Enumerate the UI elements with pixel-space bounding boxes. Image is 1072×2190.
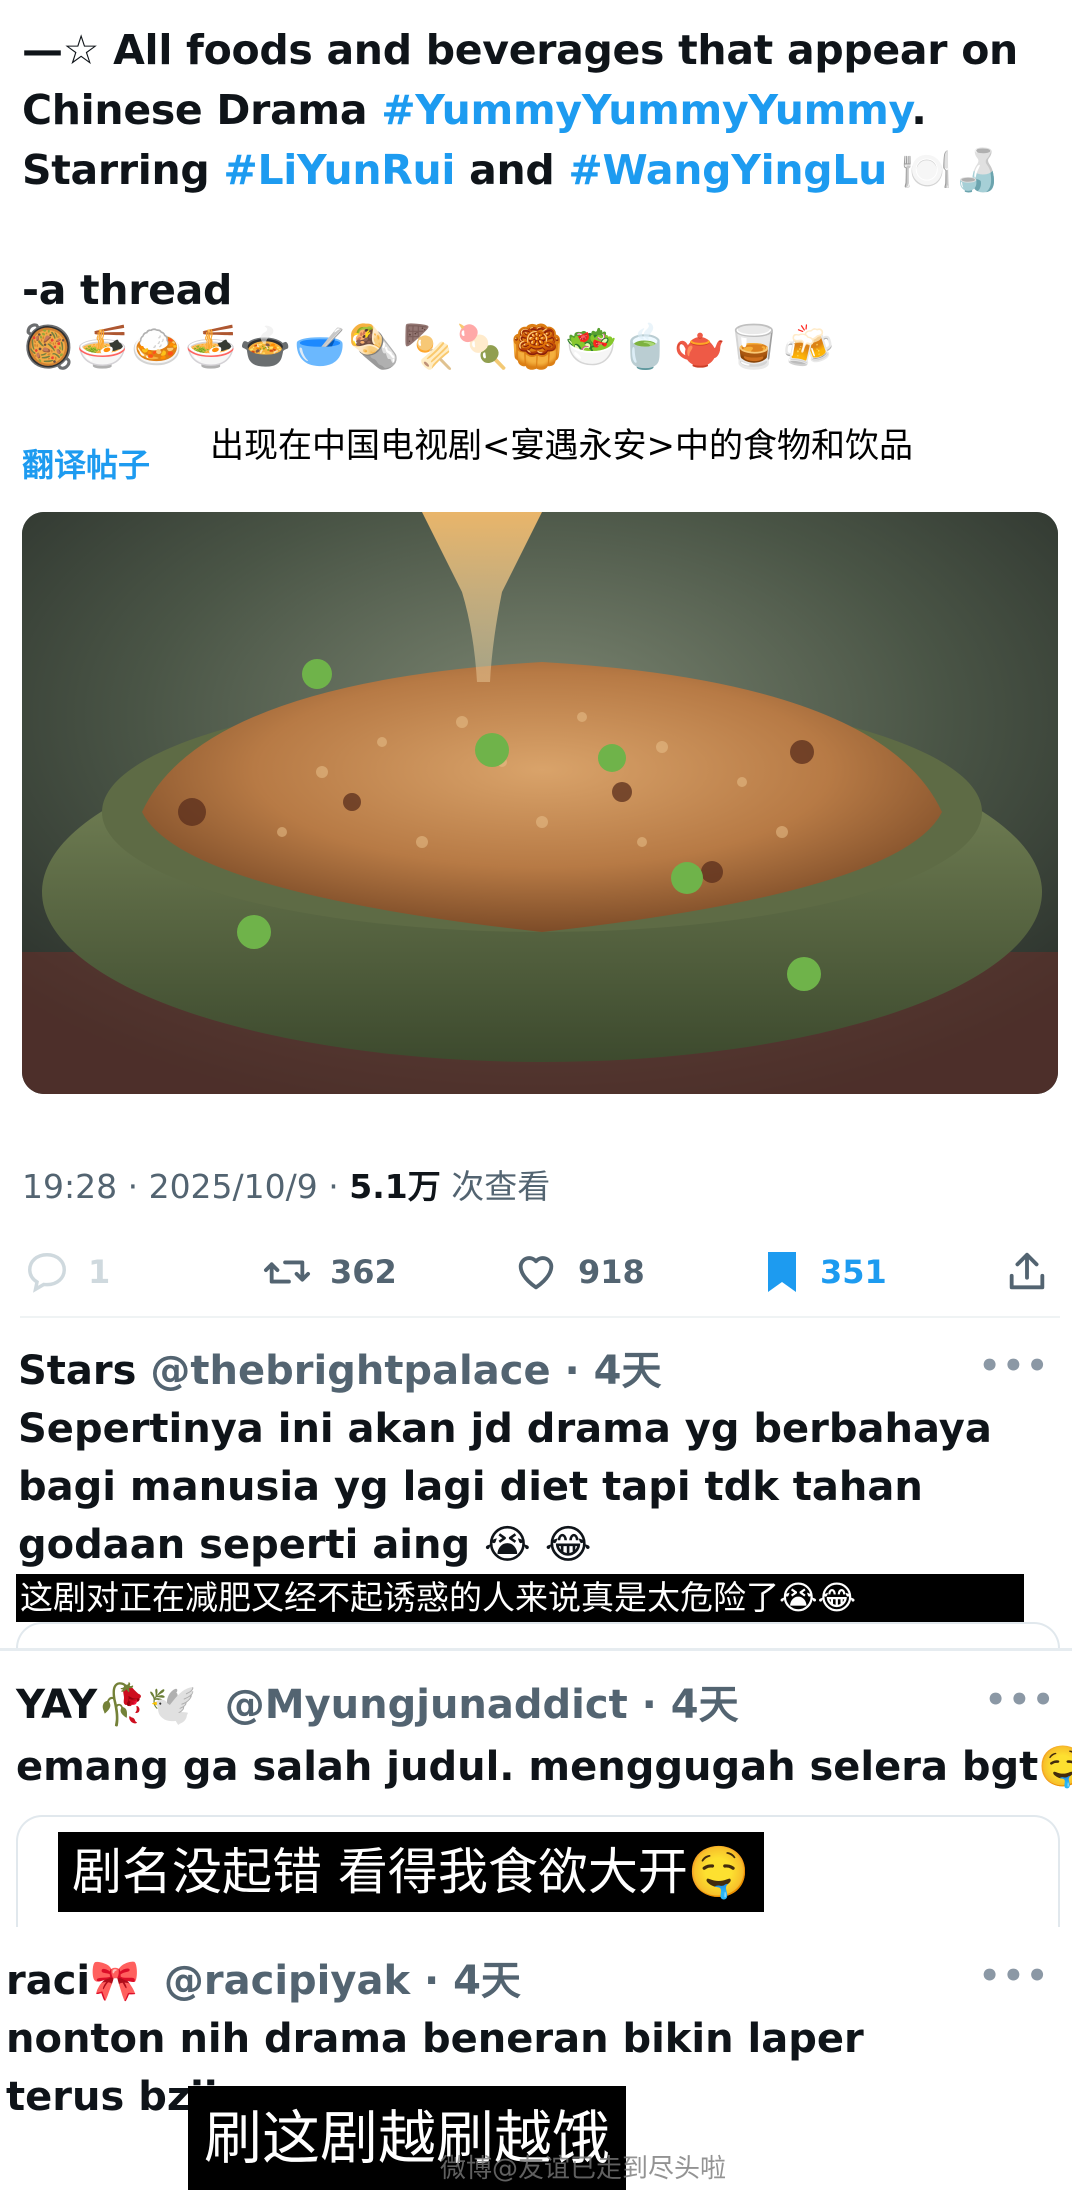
repost-button[interactable]: 362	[262, 1240, 397, 1304]
reply-author-name[interactable]: Stars	[18, 1348, 136, 1394]
view-count: 5.1万	[349, 1167, 441, 1206]
repost-icon	[263, 1260, 310, 1284]
reply-subtitle: 剧名没起错 看得我食欲大开🤤	[58, 1832, 765, 1912]
tweet-text-fragment: and	[455, 146, 569, 194]
action-bar: 1 362 918 351	[0, 1240, 1072, 1304]
thread-label: -a thread	[22, 266, 233, 314]
reply-text: emang ga salah judul. menggugah selera b…	[16, 1744, 1072, 1790]
more-options-icon: •••	[984, 1680, 1056, 1720]
bookmark-count: 351	[820, 1253, 887, 1291]
tweet-text-fragment: Chinese Drama	[22, 86, 382, 134]
weibo-watermark: 微博@友谊已走到尽头啦	[440, 2154, 727, 2184]
tweet-text-fragment: .	[911, 86, 927, 134]
share-button[interactable]	[1004, 1240, 1068, 1304]
hashtag-wangyinglu[interactable]: #WangYingLu	[568, 146, 887, 194]
tweet-line-1: —☆ All foods and beverages that appear o…	[22, 26, 1018, 74]
divider	[0, 1648, 1072, 1651]
reply-author-handle[interactable]: @thebrightpalace · 4天	[150, 1348, 661, 1394]
fried-rice-photo[interactable]	[22, 512, 1058, 1094]
more-options-icon[interactable]: •••	[979, 1956, 1050, 1996]
reply-author-name[interactable]: raci🎀	[6, 1958, 140, 2004]
tweet-line-2: Chinese Drama #YummyYummyYummy.	[22, 80, 1052, 140]
tweet-line-3: Starring #LiYunRui and #WangYingLu 🍽️🍶	[22, 140, 1052, 200]
hashtag-liyunrui[interactable]: #LiYunRui	[223, 146, 455, 194]
divider	[20, 1316, 1060, 1318]
bookmark-filled-icon	[768, 1252, 796, 1292]
tweet-text-fragment: Starring	[22, 146, 224, 194]
reply-button[interactable]: 1	[24, 1240, 110, 1304]
reply-author-handle[interactable]: @Myungjunaddict · 4天	[225, 1682, 739, 1728]
reply-header: YAY🥀🕊️ @Myungjunaddict · 4天	[16, 1672, 739, 1730]
tweet-text: —☆ All foods and beverages that appear o…	[22, 20, 1052, 320]
quoted-card-edge	[16, 1622, 1060, 1650]
reply-author-name[interactable]: YAY🥀🕊️	[16, 1682, 197, 1728]
more-options-icon[interactable]: •••	[979, 1346, 1050, 1386]
reply-item[interactable]: raci🎀 @racipiyak · 4天 ••• nonton nih dra…	[6, 1948, 1060, 2120]
reply-item[interactable]: YAY🥀🕊️ @Myungjunaddict · 4天 ••• emang ga…	[16, 1672, 1072, 1822]
translate-post-link[interactable]: 翻译帖子	[22, 440, 150, 486]
bookmark-button[interactable]: 351	[762, 1240, 887, 1304]
food-emoji-row: 🥘🍜🍛🍜🍲🥣🌯🍢🍡🥮🥗🍵🫖🥃🍻	[22, 322, 837, 371]
reply-icon	[28, 1253, 66, 1293]
reply-header: raci🎀 @racipiyak · 4天	[6, 1948, 521, 2006]
reply-subtitle: 这剧对正在减肥又经不起诱惑的人来说真是太危险了😭😂	[16, 1574, 1024, 1622]
reply-text: Sepertinya ini akan jd drama yg berbahay…	[18, 1406, 992, 1568]
tweet-emoji: 🍽️🍶	[887, 146, 1003, 194]
share-icon	[1009, 1252, 1045, 1290]
chinese-caption: 出现在中国电视剧<宴遇永安>中的食物和饮品	[210, 426, 913, 466]
view-count-suffix: 次查看	[440, 1167, 551, 1206]
tweet-timestamp: 19:28 · 2025/10/9 ·	[22, 1167, 350, 1206]
tweet-meta: 19:28 · 2025/10/9 · 5.1万 次查看	[22, 1160, 550, 1208]
like-button[interactable]: 918	[512, 1240, 645, 1304]
fried-rice-illustration	[22, 512, 1058, 1094]
repost-count: 362	[330, 1253, 397, 1291]
reply-count: 1	[88, 1253, 111, 1291]
like-count: 918	[578, 1253, 645, 1291]
reply-header: Stars @thebrightpalace · 4天	[18, 1338, 661, 1396]
heart-icon	[518, 1256, 554, 1290]
hashtag-yummyyummyyummy[interactable]: #YummyYummyYummy	[381, 86, 911, 134]
reply-author-handle[interactable]: @racipiyak · 4天	[164, 1958, 521, 2004]
